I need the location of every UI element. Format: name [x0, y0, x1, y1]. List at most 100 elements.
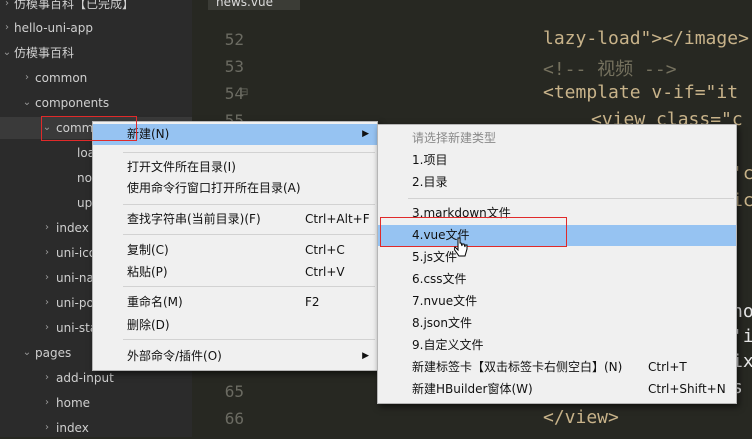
line-number: 53: [224, 57, 244, 76]
chevron-right-icon: ›: [45, 372, 49, 383]
submenu-item-project[interactable]: 1.项目: [378, 150, 736, 171]
menu-item-copy[interactable]: 复制(C) Ctrl+C: [93, 240, 377, 261]
tree-item-label: uni-ico: [56, 246, 97, 260]
menu-item-open-in-terminal[interactable]: 使用命令行窗口打开所在目录(A): [93, 178, 377, 199]
menu-item-label: 6.css文件: [412, 272, 467, 286]
menu-shortcut: Ctrl+C: [305, 243, 345, 257]
menu-separator: [123, 152, 375, 153]
tree-item-label: no: [77, 171, 92, 185]
tree-item-label: 仿模事百科: [14, 46, 75, 60]
menu-shortcut: F2: [305, 295, 320, 309]
chevron-right-icon: ›: [45, 272, 49, 283]
menu-separator: [408, 198, 734, 199]
menu-item-label: 外部命令/插件(O): [127, 349, 222, 363]
submenu-header: 请选择新建类型: [378, 128, 736, 149]
tree-item-index[interactable]: › index: [0, 417, 192, 439]
menu-item-label: 复制(C): [127, 243, 169, 257]
fold-icon[interactable]: ⊟: [240, 87, 248, 98]
menu-item-rename[interactable]: 重命名(M) F2: [93, 292, 377, 313]
chevron-right-icon: ›: [45, 222, 49, 233]
menu-item-label: 打开文件所在目录(I): [127, 160, 236, 174]
chevron-right-icon: ›: [45, 422, 49, 433]
submenu-item-css[interactable]: 6.css文件: [378, 269, 736, 290]
menu-separator: [123, 339, 375, 340]
tree-item-components[interactable]: ⌄ components: [0, 92, 192, 114]
chevron-down-icon: ⌄: [22, 347, 32, 358]
menu-item-label: 5.js文件: [412, 250, 458, 264]
line-number: 54: [224, 84, 244, 103]
line-number: 52: [224, 30, 244, 49]
tree-item-label: up: [77, 196, 93, 210]
mouse-cursor-icon: [454, 237, 468, 257]
tree-item-label: uni-na: [56, 271, 94, 285]
menu-item-label: 2.目录: [412, 175, 448, 189]
tree-item-label: hello-uni-app: [14, 21, 94, 35]
submenu-header-label: 请选择新建类型: [412, 131, 497, 145]
chevron-down-icon: ⌄: [2, 47, 12, 58]
menu-item-label: 删除(D): [127, 318, 170, 332]
menu-item-label: 查找字符串(当前目录)(F): [127, 212, 261, 226]
menu-separator: [123, 234, 375, 235]
chevron-down-icon: ⌄: [42, 122, 52, 133]
tree-item-common[interactable]: › common: [0, 67, 192, 89]
code-line: <!-- 视频 -->: [543, 59, 677, 80]
submenu-item-new-window[interactable]: 新建HBuilder窗体(W) Ctrl+Shift+N: [378, 379, 736, 400]
menu-item-label: 使用命令行窗口打开所在目录(A): [127, 181, 301, 195]
tree-item-project-completed[interactable]: › 仿模事百科【已完成】: [0, 0, 192, 15]
code-line: </view>: [543, 407, 619, 428]
line-number: 66: [224, 409, 244, 428]
tree-item-label: index: [56, 221, 89, 235]
menu-item-label: 8.json文件: [412, 316, 472, 330]
submenu-item-new-tab[interactable]: 新建标签卡【双击标签卡右侧空白】(N) Ctrl+T: [378, 357, 736, 378]
menu-item-label: 7.nvue文件: [412, 294, 478, 308]
menu-item-label: 1.项目: [412, 153, 448, 167]
tree-item-label: common: [35, 71, 88, 85]
submenu-item-json[interactable]: 8.json文件: [378, 313, 736, 334]
chevron-right-icon: ›: [45, 397, 49, 408]
tree-item-label: 仿模事百科【已完成】: [14, 0, 135, 11]
context-menu: 新建(N) ▶ 打开文件所在目录(I) 使用命令行窗口打开所在目录(A) 查找字…: [92, 121, 378, 371]
menu-item-label: 新建标签卡【双击标签卡右侧空白】(N): [412, 360, 623, 374]
triangle-right-icon: ▶: [362, 351, 369, 361]
menu-separator: [123, 204, 375, 205]
chevron-right-icon: ›: [45, 322, 49, 333]
triangle-right-icon: ▶: [362, 129, 369, 139]
submenu-item-vue[interactable]: 4.vue文件: [378, 225, 736, 246]
chevron-down-icon: ⌄: [22, 97, 32, 108]
menu-item-label: 粘贴(P): [127, 265, 168, 279]
submenu-item-folder[interactable]: 2.目录: [378, 172, 736, 193]
menu-item-external-commands[interactable]: 外部命令/插件(O) ▶: [93, 346, 377, 367]
menu-item-new[interactable]: 新建(N) ▶: [93, 124, 377, 145]
menu-item-open-folder[interactable]: 打开文件所在目录(I): [93, 157, 377, 178]
chevron-right-icon: ›: [25, 72, 29, 83]
code-line: lazy-load"></image>: [543, 28, 749, 49]
code-line: <template v-if="it: [543, 82, 739, 103]
submenu-item-js[interactable]: 5.js文件: [378, 247, 736, 268]
tree-item-home[interactable]: › home: [0, 392, 192, 414]
menu-item-label: 3.markdown文件: [412, 206, 511, 220]
tree-item-label: uni-po: [56, 296, 94, 310]
line-number: 65: [224, 382, 244, 401]
menu-item-paste[interactable]: 粘贴(P) Ctrl+V: [93, 262, 377, 283]
menu-item-label: 新建(N): [127, 127, 170, 141]
tree-item-label: index: [56, 421, 89, 435]
menu-item-label: 重命名(M): [127, 295, 183, 309]
tree-item-project[interactable]: ⌄ 仿模事百科: [0, 42, 192, 64]
chevron-right-icon: ›: [45, 297, 49, 308]
submenu-item-markdown[interactable]: 3.markdown文件: [378, 203, 736, 224]
submenu-item-nvue[interactable]: 7.nvue文件: [378, 291, 736, 312]
chevron-right-icon: ›: [5, 0, 9, 9]
menu-shortcut: Ctrl+Shift+N: [648, 382, 726, 396]
menu-item-label: 9.自定义文件: [412, 338, 484, 352]
menu-item-find-in-folder[interactable]: 查找字符串(当前目录)(F) Ctrl+Alt+F: [93, 209, 377, 230]
editor-tab[interactable]: news.vue: [208, 0, 300, 10]
menu-shortcut: Ctrl+T: [648, 360, 687, 374]
menu-shortcut: Ctrl+Alt+F: [305, 212, 370, 226]
menu-separator: [123, 286, 375, 287]
menu-item-label: 新建HBuilder窗体(W): [412, 382, 533, 396]
menu-item-delete[interactable]: 删除(D): [93, 315, 377, 336]
submenu-item-custom[interactable]: 9.自定义文件: [378, 335, 736, 356]
tree-item-label: uni-sta: [56, 321, 98, 335]
tree-item-hello-uni-app[interactable]: › hello-uni-app: [0, 17, 192, 39]
chevron-right-icon: ›: [5, 22, 9, 33]
